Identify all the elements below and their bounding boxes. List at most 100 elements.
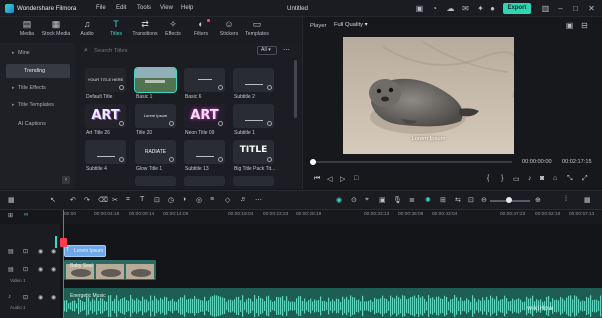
speed-icon[interactable]: ◷: [168, 196, 174, 204]
nav-item-ai-captions[interactable]: AI Captions: [6, 117, 70, 131]
link-icon[interactable]: ∞: [24, 212, 28, 218]
timeline-settings-icon[interactable]: ⁞: [565, 196, 567, 203]
camera-icon[interactable]: ⌂: [553, 175, 557, 182]
prev-frame-icon[interactable]: ⏮: [314, 175, 320, 183]
gift-icon[interactable]: ✉: [461, 4, 470, 13]
cloud-icon[interactable]: ☁: [446, 4, 455, 13]
auto-ripple-icon[interactable]: ⊙: [351, 196, 357, 204]
title-thumb-partial[interactable]: [135, 176, 176, 186]
title-thumb-glow-1[interactable]: RADIATE: [135, 140, 176, 164]
fit-icon[interactable]: ⤡: [567, 175, 573, 183]
lock-icon[interactable]: ⊡: [23, 294, 28, 301]
maximize-icon[interactable]: □: [571, 4, 580, 13]
marker-icon[interactable]: ⌖: [365, 196, 369, 204]
mark-in-icon[interactable]: {: [487, 175, 489, 182]
quality-dropdown[interactable]: Full Quality ▾: [334, 22, 368, 28]
lock-icon[interactable]: ⊡: [23, 266, 28, 273]
menu-edit[interactable]: Edit: [116, 5, 126, 11]
monitor-icon[interactable]: ▭: [513, 175, 520, 183]
lock-icon[interactable]: ⊡: [23, 248, 28, 255]
fullscreen-icon[interactable]: ⤢: [582, 175, 588, 183]
zoom-in-icon[interactable]: ⊕: [535, 196, 541, 204]
more-options-icon[interactable]: ⋯: [283, 46, 290, 54]
adjust-icon[interactable]: ≡: [210, 196, 214, 203]
mic-icon[interactable]: 🎙: [393, 196, 402, 204]
audio-clip[interactable]: [64, 288, 602, 318]
render-preview-icon[interactable]: ◉: [336, 196, 342, 204]
title-thumb-subtitle-1[interactable]: [233, 104, 274, 128]
close-icon[interactable]: ✕: [587, 4, 596, 13]
title-thumb-neon-09[interactable]: ART: [184, 104, 225, 128]
tab-transitions[interactable]: ⇄ Transitions: [130, 18, 160, 42]
search-input[interactable]: [94, 47, 244, 55]
title-thumb-subtitle-2[interactable]: [233, 68, 274, 92]
volume-icon[interactable]: ♪: [528, 175, 532, 182]
stop-icon[interactable]: □: [354, 175, 358, 182]
undo-icon[interactable]: ↶: [70, 196, 76, 204]
tab-stickers[interactable]: ☺ Stickers: [214, 18, 244, 42]
playhead[interactable]: [63, 210, 64, 318]
color-icon[interactable]: ◑: [182, 196, 186, 203]
split-icon[interactable]: ✂: [112, 196, 118, 204]
nav-item-mine[interactable]: ▸ Mine: [6, 46, 70, 60]
snapshot-tool-icon[interactable]: ▣: [379, 196, 386, 204]
display-settings-icon[interactable]: ⊟: [580, 21, 589, 30]
ai-icon[interactable]: ✦: [476, 4, 485, 13]
export-button[interactable]: Export: [503, 3, 531, 14]
grid-view-icon[interactable]: ▦: [584, 196, 591, 204]
voiceover-icon[interactable]: ≣: [409, 196, 415, 204]
tab-filters[interactable]: ◐ Filters: [186, 18, 216, 42]
audio-stretch-icon[interactable]: ♬: [240, 196, 247, 203]
snapshot-icon[interactable]: ▣: [565, 21, 574, 30]
title-thumb-subtitle-13[interactable]: [184, 140, 225, 164]
scrollbar[interactable]: [294, 60, 297, 118]
title-thumb-basic-1[interactable]: [134, 67, 177, 93]
mask-icon[interactable]: ◎: [196, 196, 202, 204]
project-icon[interactable]: ▣: [415, 4, 424, 13]
speaker-icon[interactable]: ◉: [51, 294, 56, 301]
account-icon[interactable]: ●: [488, 4, 497, 13]
title-thumb-basic-6[interactable]: [184, 68, 225, 92]
crop-icon[interactable]: ⌗: [126, 196, 130, 204]
tab-audio[interactable]: ♫ Audio: [72, 18, 102, 42]
menu-tools[interactable]: Tools: [137, 5, 151, 11]
layout-icon[interactable]: ▥: [541, 4, 550, 13]
delete-icon[interactable]: ⌫: [98, 196, 108, 204]
feedback-icon[interactable]: ◔: [430, 4, 439, 13]
nav-item-trending[interactable]: Trending: [6, 64, 70, 78]
keyframe-icon[interactable]: ◇: [225, 196, 230, 204]
title-thumb-default[interactable]: YOUR TITLE HERE: [85, 68, 126, 92]
layout-grid-icon[interactable]: ▦: [8, 196, 15, 204]
collapse-panel-button[interactable]: ‹: [62, 176, 70, 184]
tab-media[interactable]: ▤ Media: [12, 18, 42, 42]
menu-file[interactable]: File: [96, 5, 106, 11]
select-tool-icon[interactable]: ↖: [50, 196, 56, 204]
menu-help[interactable]: Help: [181, 5, 193, 11]
tab-effects[interactable]: ✧ Effects: [158, 18, 188, 42]
more-tools-icon[interactable]: ⋯: [255, 196, 262, 204]
visibility-icon[interactable]: ◉: [38, 266, 43, 273]
add-track-icon[interactable]: ⊞: [8, 212, 13, 219]
title-thumb-art-26[interactable]: ART: [85, 104, 126, 128]
playback-scrubber[interactable]: [310, 159, 316, 165]
snapshot-icon[interactable]: ◙: [540, 175, 544, 182]
nav-item-title-templates[interactable]: ▸ Title Templates: [6, 98, 70, 112]
play-icon[interactable]: ▷: [340, 175, 345, 183]
title-thumb-big-title-pack[interactable]: TITLE: [233, 140, 274, 164]
zoom-slider-knob[interactable]: [506, 197, 512, 203]
playback-progress[interactable]: [312, 161, 512, 163]
eye-icon[interactable]: ◉: [51, 248, 56, 255]
mark-out-icon[interactable]: }: [501, 175, 503, 182]
zoom-out-icon[interactable]: ⊖: [481, 196, 487, 204]
eye-icon[interactable]: ◉: [51, 266, 56, 273]
minimize-icon[interactable]: –: [556, 4, 565, 13]
tab-templates[interactable]: ▭ Templates: [242, 18, 272, 42]
replace-icon[interactable]: ⇆: [455, 196, 461, 204]
nav-item-title-effects[interactable]: ▸ Title Effects: [6, 81, 70, 95]
title-thumb-partial[interactable]: [184, 176, 225, 186]
title-thumb-partial[interactable]: [233, 176, 274, 186]
playhead-handle[interactable]: [60, 238, 67, 247]
title-thumb-title-20[interactable]: Lorem Ipsum: [135, 104, 176, 128]
mixer-icon[interactable]: ⊞: [440, 196, 446, 204]
tab-stock-media[interactable]: ▦ Stock Media: [41, 18, 71, 42]
